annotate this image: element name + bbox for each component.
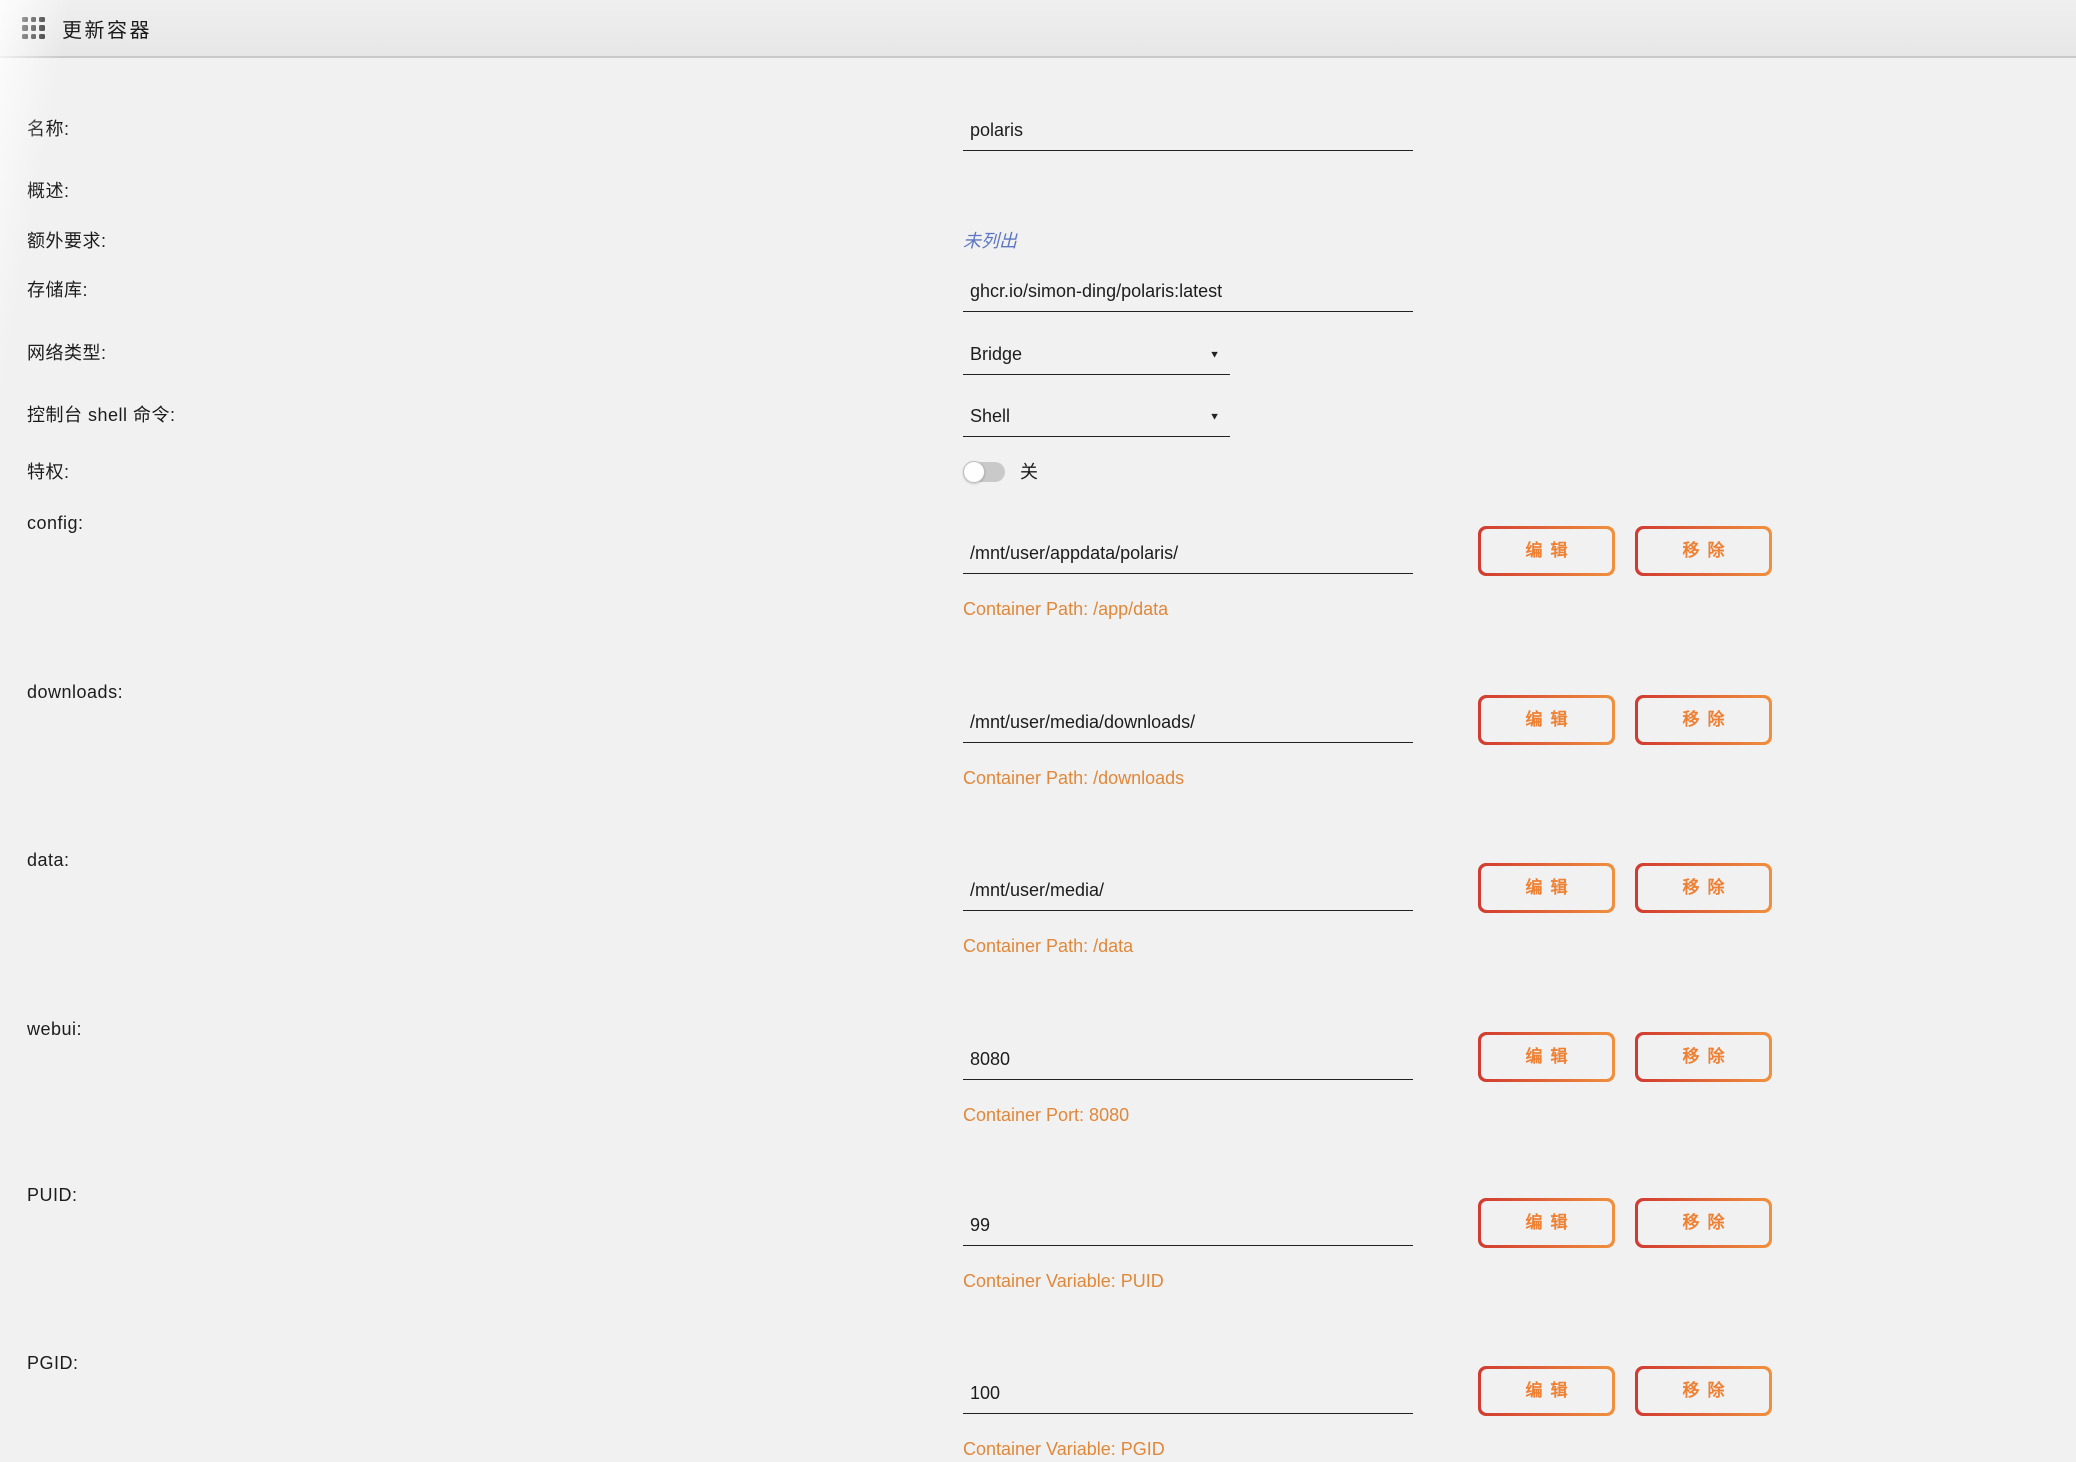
remove-button[interactable]: 移除	[1635, 1032, 1772, 1082]
form-row-name: 名称:	[0, 116, 2076, 151]
mapping-row-data: data: 编辑 移除 Container Path: /data	[0, 847, 2076, 959]
chevron-down-icon: ▼	[1209, 349, 1220, 360]
mapping-row-puid: PUID: 编辑 移除 Container Variable: PUID	[0, 1182, 2076, 1294]
extra-requirements-label: 额外要求:	[0, 228, 963, 254]
repository-label: 存储库:	[0, 277, 963, 303]
edit-button[interactable]: 编辑	[1478, 1198, 1615, 1248]
console-shell-label: 控制台 shell 命令:	[0, 402, 963, 428]
puid-value-input[interactable]	[963, 1211, 1413, 1246]
edit-button[interactable]: 编辑	[1478, 1366, 1615, 1416]
remove-button[interactable]: 移除	[1635, 1366, 1772, 1416]
remove-button[interactable]: 移除	[1635, 1198, 1772, 1248]
mapping-row-downloads: downloads: 编辑 移除 Container Path: /downlo…	[0, 679, 2076, 791]
network-type-select[interactable]: Bridge ▼	[963, 340, 1230, 375]
overview-label: 概述:	[0, 178, 963, 204]
container-variable-caption: Container Variable: PUID	[963, 1268, 2076, 1294]
form-row-privileged: 特权: 关	[0, 459, 2076, 485]
downloads-host-path-input[interactable]	[963, 708, 1413, 743]
repository-input[interactable]	[963, 277, 1413, 312]
remove-button[interactable]: 移除	[1635, 863, 1772, 913]
edit-button[interactable]: 编辑	[1478, 863, 1615, 913]
container-path-caption: Container Path: /downloads	[963, 765, 2076, 791]
config-label: config:	[0, 510, 963, 536]
form-row-network-type: 网络类型: Bridge ▼	[0, 340, 2076, 375]
name-input[interactable]	[963, 116, 1413, 151]
webui-label: webui:	[0, 1016, 963, 1042]
page-title: 更新容器	[62, 14, 152, 43]
privileged-label: 特权:	[0, 459, 963, 485]
network-type-selected-value: Bridge	[970, 344, 1022, 365]
container-path-caption: Container Path: /data	[963, 933, 2076, 959]
network-type-label: 网络类型:	[0, 340, 963, 366]
privileged-toggle[interactable]	[963, 462, 1005, 482]
name-label: 名称:	[0, 116, 963, 142]
edit-button[interactable]: 编辑	[1478, 526, 1615, 576]
webui-port-input[interactable]	[963, 1045, 1413, 1080]
chevron-down-icon: ▼	[1209, 411, 1220, 422]
container-variable-caption: Container Variable: PGID	[963, 1436, 2076, 1462]
container-settings-form: 名称: 概述: 额外要求: 未列出 存储库: 网络类型: Bridge ▼ 控制…	[0, 58, 2076, 1462]
page-header: 更新容器	[0, 0, 2076, 58]
pgid-value-input[interactable]	[963, 1379, 1413, 1414]
mapping-row-config: config: 编辑 移除 Container Path: /app/data	[0, 510, 2076, 622]
container-port-caption: Container Port: 8080	[963, 1102, 2076, 1128]
mapping-row-webui: webui: 编辑 移除 Container Port: 8080	[0, 1016, 2076, 1128]
edit-button[interactable]: 编辑	[1478, 1032, 1615, 1082]
data-host-path-input[interactable]	[963, 876, 1413, 911]
mapping-row-pgid: PGID: 编辑 移除 Container Variable: PGID	[0, 1350, 2076, 1462]
form-row-extra-requirements: 额外要求: 未列出	[0, 228, 2076, 254]
form-row-overview: 概述:	[0, 178, 2076, 204]
form-row-console-shell: 控制台 shell 命令: Shell ▼	[0, 402, 2076, 437]
pgid-label: PGID:	[0, 1350, 963, 1376]
downloads-label: downloads:	[0, 679, 963, 705]
remove-button[interactable]: 移除	[1635, 526, 1772, 576]
console-shell-selected-value: Shell	[970, 406, 1010, 427]
extra-requirements-link[interactable]: 未列出	[963, 228, 1017, 254]
privileged-state-label: 关	[1020, 461, 1038, 483]
toggle-knob	[963, 461, 985, 483]
form-row-repository: 存储库:	[0, 277, 2076, 312]
config-host-path-input[interactable]	[963, 539, 1413, 574]
console-shell-select[interactable]: Shell ▼	[963, 402, 1230, 437]
container-path-caption: Container Path: /app/data	[963, 596, 2076, 622]
puid-label: PUID:	[0, 1182, 963, 1208]
apps-grid-icon	[22, 17, 45, 40]
remove-button[interactable]: 移除	[1635, 695, 1772, 745]
data-label: data:	[0, 847, 963, 873]
edit-button[interactable]: 编辑	[1478, 695, 1615, 745]
